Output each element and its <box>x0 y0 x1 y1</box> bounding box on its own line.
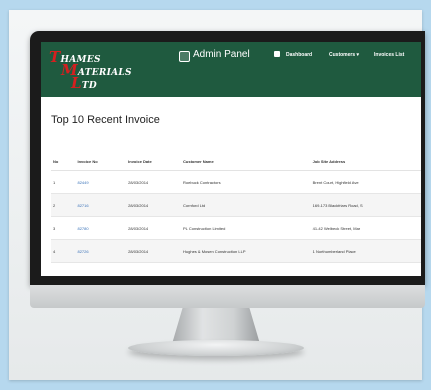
app-header: THAMES MATERIALS LTD Admin Panel Dashboa… <box>41 42 421 97</box>
dashboard-icon <box>274 51 280 57</box>
admin-panel-title: Admin Panel <box>193 49 250 60</box>
monitor-chin <box>30 285 425 308</box>
table-row: 4 82726 28/03/2014 Hughes & Mosen Constr… <box>51 239 421 263</box>
cell-customer-name: Cornford Ltd <box>181 193 311 217</box>
table-row: 2 82716 28/03/2014 Cornford Ltd 169-173 … <box>51 193 421 217</box>
invoice-link[interactable]: 82780 <box>75 216 127 240</box>
column-header-invoice-no[interactable]: Invoice No <box>75 156 127 171</box>
page-title: Top 10 Recent Invoice <box>51 114 160 126</box>
cell-job-site-address: 41-42 Welbeck Street, Mar <box>310 216 421 240</box>
column-header-customer-name[interactable]: Customer Name <box>181 156 311 171</box>
invoice-link[interactable]: 82726 <box>75 239 127 263</box>
cell-customer-name: PL Construction Limited <box>181 216 311 240</box>
nav-customers[interactable]: Customers ▾ <box>329 52 359 58</box>
invoice-table: No Invoice No Invoice Date Customer Name… <box>51 156 421 263</box>
cell-customer-name: Hughes & Mosen Construction LLP <box>181 239 311 263</box>
company-logo[interactable]: THAMES MATERIALS LTD <box>49 48 169 92</box>
column-header-invoice-date[interactable]: Invoice Date <box>126 156 182 171</box>
admin-panel-icon <box>179 51 190 62</box>
cell-no: 4 <box>51 239 76 263</box>
table-row: 3 82780 28/03/2014 PL Construction Limit… <box>51 216 421 240</box>
cell-invoice-date: 28/03/2014 <box>126 193 182 217</box>
cell-job-site-address: 169-173 Blackfriars Road, S <box>310 193 421 217</box>
nav-dashboard[interactable]: Dashboard <box>286 52 312 58</box>
nav-invoices-list[interactable]: Invoices List <box>374 52 404 58</box>
cell-no: 1 <box>51 170 76 194</box>
cell-customer-name: Roebuck Contractors <box>181 170 311 194</box>
invoice-link[interactable]: 82716 <box>75 193 127 217</box>
monitor-stand-base <box>128 340 304 356</box>
monitor-stand-neck <box>172 308 260 344</box>
invoice-link[interactable]: 82449 <box>75 170 127 194</box>
monitor: THAMES MATERIALS LTD Admin Panel Dashboa… <box>30 31 425 285</box>
cell-job-site-address: Brent Court, Highfield Ave <box>310 170 421 194</box>
column-header-job-site-address[interactable]: Job Site Address <box>310 156 421 171</box>
cell-no: 3 <box>51 216 76 240</box>
table-header-row: No Invoice No Invoice Date Customer Name… <box>51 156 421 171</box>
cell-invoice-date: 28/03/2014 <box>126 216 182 240</box>
table-row: 1 82449 28/03/2014 Roebuck Contractors B… <box>51 170 421 194</box>
column-header-no[interactable]: No <box>51 156 76 171</box>
screen: THAMES MATERIALS LTD Admin Panel Dashboa… <box>41 42 421 276</box>
cell-job-site-address: 1 Northumberland Place <box>310 239 421 263</box>
cell-no: 2 <box>51 193 76 217</box>
logo-line-3: LTD <box>71 74 97 92</box>
cell-invoice-date: 28/03/2014 <box>126 239 182 263</box>
cell-invoice-date: 28/03/2014 <box>126 170 182 194</box>
